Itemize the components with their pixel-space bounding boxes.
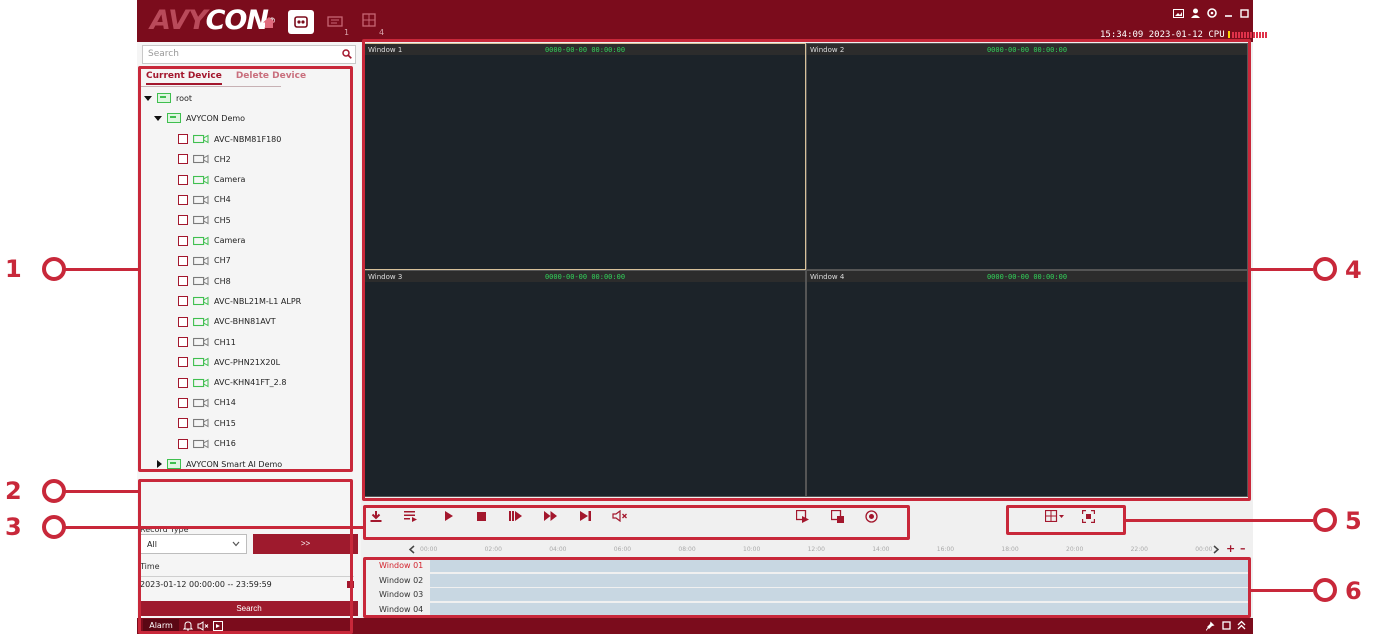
restore-icon[interactable]: [1222, 621, 1231, 630]
layout-tab-count: 4: [379, 28, 385, 37]
search-placeholder: Search: [148, 49, 179, 59]
search-input[interactable]: Search: [142, 45, 356, 64]
annotation-line-4: [1249, 268, 1313, 271]
screenshot-icon[interactable]: [1173, 8, 1184, 18]
zoom-in-button[interactable]: +: [1226, 542, 1235, 555]
maximize-icon[interactable]: [1240, 8, 1249, 18]
playback-icon: [294, 16, 308, 28]
timeline-tick-label: 22:00: [1130, 546, 1148, 553]
callout-box-4: [362, 39, 1251, 501]
timeline-tick-label: 12:00: [807, 546, 825, 553]
callout-box-toolbar: [363, 505, 910, 540]
annotation-number-4: 4: [1345, 256, 1362, 284]
monitor-icon: [327, 16, 343, 27]
annotation-number-3: 3: [5, 513, 22, 541]
home-icon: [263, 16, 275, 28]
callout-box-5: [1006, 505, 1126, 535]
settings-icon[interactable]: [1207, 8, 1217, 18]
annotation-number-6: 6: [1345, 577, 1362, 605]
timeline-tick-label: 18:00: [1001, 546, 1019, 553]
annotation-marker-6: [1313, 578, 1337, 602]
timeline-prev-icon[interactable]: [408, 545, 416, 554]
double-chevron-up-icon[interactable]: [1237, 620, 1246, 630]
event-tab-count: 1: [344, 28, 350, 37]
timeline-tick-label: 04:00: [549, 546, 567, 553]
timeline-tick-label: 02:00: [484, 546, 502, 553]
timeline-tick-label: 00:00: [1195, 546, 1213, 553]
grid-icon: [362, 13, 376, 27]
timeline-tick-label: 14:00: [872, 546, 890, 553]
timeline-next-icon[interactable]: [1212, 545, 1220, 554]
callout-box-1: [138, 66, 353, 472]
playback-tab[interactable]: [288, 10, 314, 34]
user-icon[interactable]: [1191, 8, 1200, 18]
annotation-number-5: 5: [1345, 507, 1362, 535]
zoom-out-button[interactable]: –: [1240, 542, 1246, 555]
annotation-marker-5: [1313, 508, 1337, 532]
cpu-meter: [1231, 31, 1268, 38]
annotation-line-2: [63, 490, 140, 493]
window-controls: [1173, 6, 1265, 20]
annotation-number-2: 2: [5, 477, 22, 505]
annotation-number-1: 1: [5, 255, 22, 283]
timeline-tick-label: 20:00: [1066, 546, 1084, 553]
annotation-line-3: [63, 526, 365, 529]
timeline-tick-label: 16:00: [936, 546, 955, 553]
annotation-marker-4: [1313, 257, 1337, 281]
annotation-line-6: [1249, 589, 1313, 592]
search-icon[interactable]: [342, 49, 352, 59]
callout-box-6: [363, 557, 1251, 618]
timeline-tick-label: 06:00: [613, 546, 632, 553]
annotation-line-5: [1124, 519, 1313, 522]
timeline-tick-label: 10:00: [743, 546, 761, 553]
minimize-icon[interactable]: [1224, 9, 1233, 18]
cpu-indicator: [1227, 31, 1230, 38]
pin-icon[interactable]: [1206, 621, 1215, 631]
timeline-tick-label: 08:00: [678, 546, 696, 553]
home-tab[interactable]: [256, 10, 282, 34]
timeline-tick-label: 00:00: [420, 546, 438, 553]
callout-box-2-3: [138, 479, 353, 634]
close-icon[interactable]: [1256, 8, 1265, 18]
annotation-line-1: [63, 268, 140, 271]
